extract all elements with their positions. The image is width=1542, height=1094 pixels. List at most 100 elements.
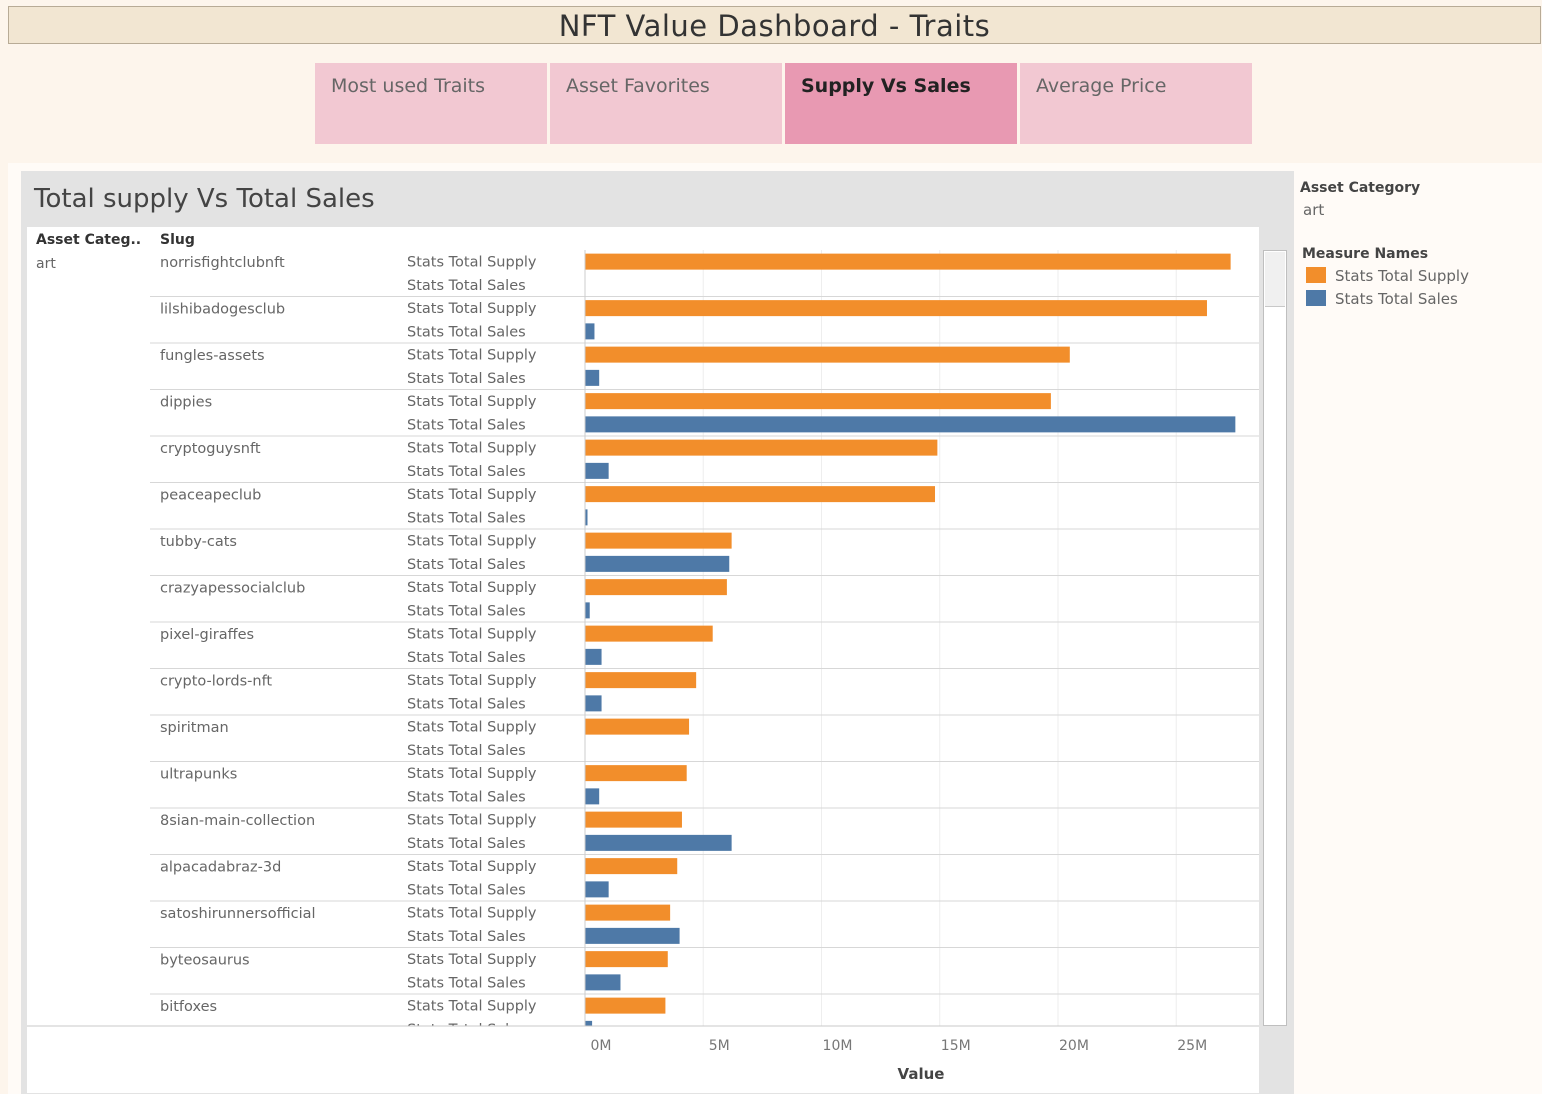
bar-sales-satoshirunnersofficial[interactable]: satoshirunnersofficial · Stats Total Sal… <box>585 927 680 944</box>
bar-sales-byteosaurus[interactable]: byteosaurus · Stats Total Sales: 1.5M <box>585 974 621 991</box>
slug-label: ultrapunks <box>160 767 237 783</box>
measure-label: Stats Total Supply <box>407 255 537 271</box>
slug-label: alpacadabraz-3d <box>160 860 281 876</box>
measure-label: Stats Total Supply <box>407 580 537 596</box>
bar-supply-8sian-main-collection[interactable]: 8sian-main-collection · Stats Total Supp… <box>585 811 682 828</box>
slug-label: crazyapessocialclub <box>160 581 305 597</box>
category-label: art <box>36 256 56 272</box>
measure-label: Stats Total Sales <box>407 696 526 712</box>
slug-label: 8sian-main-collection <box>160 813 315 829</box>
legend-label-sales: Stats Total Sales <box>1335 290 1458 308</box>
legend-label-supply: Stats Total Supply <box>1335 267 1469 285</box>
legend-swatch-supply <box>1306 267 1326 283</box>
legend-swatch-sales <box>1306 290 1326 306</box>
bar-supply-pixel-giraffes[interactable]: pixel-giraffes · Stats Total Supply: 5.4… <box>585 625 713 642</box>
bar-sales-crypto-lords-nft[interactable]: crypto-lords-nft · Stats Total Sales: 0.… <box>585 695 602 712</box>
vertical-scrollbar[interactable] <box>1263 250 1287 1026</box>
measure-label: Stats Total Sales <box>407 743 526 759</box>
bar-supply-peaceapeclub[interactable]: peaceapeclub · Stats Total Supply: 14.8M <box>585 486 936 503</box>
measure-label: Stats Total Supply <box>407 813 537 829</box>
bar-supply-byteosaurus[interactable]: byteosaurus · Stats Total Supply: 3.5M <box>585 951 668 968</box>
scrollbar-thumb[interactable] <box>1265 252 1285 307</box>
measure-label: Stats Total Sales <box>407 603 526 619</box>
slug-label: spiritman <box>160 720 229 736</box>
measure-label: Stats Total Sales <box>407 975 526 991</box>
legend-item-sales[interactable]: Stats Total Sales <box>1306 290 1458 308</box>
bar-supply-cryptoguysnft[interactable]: cryptoguysnft · Stats Total Supply: 14.9… <box>585 439 938 456</box>
bar-sales-fungles-assets[interactable]: fungles-assets · Stats Total Sales: 0.6M <box>585 369 600 386</box>
filter-value[interactable]: art <box>1303 201 1324 219</box>
bar-sales-lilshibadogesclub[interactable]: lilshibadogesclub · Stats Total Sales: 0… <box>585 323 595 340</box>
x-tick-label: 25M <box>1177 1038 1207 1054</box>
slug-label: byteosaurus <box>160 953 250 969</box>
x-tick-label: 10M <box>823 1038 853 1054</box>
measure-label: Stats Total Sales <box>407 417 526 433</box>
bar-supply-ultrapunks[interactable]: ultrapunks · Stats Total Supply: 4.3M <box>585 765 687 782</box>
bar-sales-tubby-cats[interactable]: tubby-cats · Stats Total Sales: 6.1M <box>585 555 730 572</box>
bar-supply-crypto-lords-nft[interactable]: crypto-lords-nft · Stats Total Supply: 4… <box>585 672 697 689</box>
bar-sales-cryptoguysnft[interactable]: cryptoguysnft · Stats Total Sales: 1M <box>585 462 609 479</box>
x-tick-label: 15M <box>941 1038 971 1054</box>
bar-sales-alpacadabraz-3d[interactable]: alpacadabraz-3d · Stats Total Sales: 1M <box>585 881 609 898</box>
measure-label: Stats Total Supply <box>407 627 537 643</box>
slug-label: cryptoguysnft <box>160 441 261 457</box>
measure-label: Stats Total Sales <box>407 650 526 666</box>
bar-supply-lilshibadogesclub[interactable]: lilshibadogesclub · Stats Total Supply: … <box>585 300 1207 317</box>
x-axis-title: Value <box>898 1065 945 1083</box>
bar-supply-bitfoxes[interactable]: bitfoxes · Stats Total Supply: 3.4M <box>585 997 666 1014</box>
measure-label: Stats Total Supply <box>407 534 537 550</box>
slug-label: crypto-lords-nft <box>160 674 272 690</box>
bar-supply-alpacadabraz-3d[interactable]: alpacadabraz-3d · Stats Total Supply: 3.… <box>585 858 678 875</box>
bar-sales-pixel-giraffes[interactable]: pixel-giraffes · Stats Total Sales: 0.7M <box>585 648 602 665</box>
bar-sales-dippies[interactable]: dippies · Stats Total Sales: 27.5M <box>585 416 1236 433</box>
measure-label: Stats Total Sales <box>407 510 526 526</box>
measure-label: Stats Total Sales <box>407 882 526 898</box>
measure-label: Stats Total Supply <box>407 441 537 457</box>
slug-label: dippies <box>160 395 212 411</box>
slug-label: norrisfightclubnft <box>160 255 285 271</box>
measure-label: Stats Total Supply <box>407 720 537 736</box>
measure-label: Stats Total Supply <box>407 394 537 410</box>
slug-label: pixel-giraffes <box>160 627 254 643</box>
bar-supply-tubby-cats[interactable]: tubby-cats · Stats Total Supply: 6.2M <box>585 532 732 549</box>
slug-label: lilshibadogesclub <box>160 302 285 318</box>
measure-label: Stats Total Sales <box>407 929 526 945</box>
measure-label: Stats Total Supply <box>407 952 537 968</box>
measure-label: Stats Total Supply <box>407 673 537 689</box>
bar-supply-fungles-assets[interactable]: fungles-assets · Stats Total Supply: 20.… <box>585 346 1070 363</box>
measure-label: Stats Total Sales <box>407 464 526 480</box>
slug-label: tubby-cats <box>160 534 237 550</box>
measure-label: Stats Total Sales <box>407 1022 526 1038</box>
bar-supply-crazyapessocialclub[interactable]: crazyapessocialclub · Stats Total Supply… <box>585 579 727 596</box>
bar-supply-norrisfightclubnft[interactable]: norrisfightclubnft · Stats Total Supply:… <box>585 253 1231 270</box>
measure-label: Stats Total Sales <box>407 324 526 340</box>
measure-label: Stats Total Supply <box>407 999 537 1015</box>
bar-sales-crazyapessocialclub[interactable]: crazyapessocialclub · Stats Total Sales:… <box>585 602 590 619</box>
rows-layer: art norrisfightclubnft Stats Total Supply n… <box>36 253 1259 1038</box>
bar-sales-8sian-main-collection[interactable]: 8sian-main-collection · Stats Total Sale… <box>585 834 732 851</box>
bar-supply-satoshirunnersofficial[interactable]: satoshirunnersofficial · Stats Total Sup… <box>585 904 671 921</box>
bar-sales-ultrapunks[interactable]: ultrapunks · Stats Total Sales: 0.6M <box>585 788 600 805</box>
bar-supply-spiritman[interactable]: spiritman · Stats Total Supply: 4.4M <box>585 718 690 735</box>
measure-label: Stats Total Supply <box>407 487 537 503</box>
measure-names-title: Measure Names <box>1302 246 1429 262</box>
slug-label: satoshirunnersofficial <box>160 906 316 922</box>
slug-label: peaceapeclub <box>160 488 261 504</box>
measure-label: Stats Total Sales <box>407 278 526 294</box>
measure-label: Stats Total Sales <box>407 557 526 573</box>
bar-sales-bitfoxes[interactable]: bitfoxes · Stats Total Sales: 0.3M <box>585 1020 593 1037</box>
bar-supply-dippies[interactable]: dippies · Stats Total Supply: 19.7M <box>585 393 1051 410</box>
x-tick-label: 5M <box>709 1038 730 1054</box>
slug-label: fungles-assets <box>160 348 265 364</box>
measure-label: Stats Total Supply <box>407 766 537 782</box>
legend-item-supply[interactable]: Stats Total Supply <box>1306 267 1469 285</box>
measure-label: Stats Total Sales <box>407 371 526 387</box>
measure-label: Stats Total Sales <box>407 836 526 852</box>
measure-label: Stats Total Sales <box>407 789 526 805</box>
measure-label: Stats Total Supply <box>407 348 537 364</box>
measure-label: Stats Total Supply <box>407 301 537 317</box>
filter-title: Asset Category <box>1300 180 1421 196</box>
bar-chart: art norrisfightclubnft Stats Total Supply n… <box>27 250 1259 1083</box>
slug-label: bitfoxes <box>160 999 217 1015</box>
measure-label: Stats Total Supply <box>407 906 537 922</box>
